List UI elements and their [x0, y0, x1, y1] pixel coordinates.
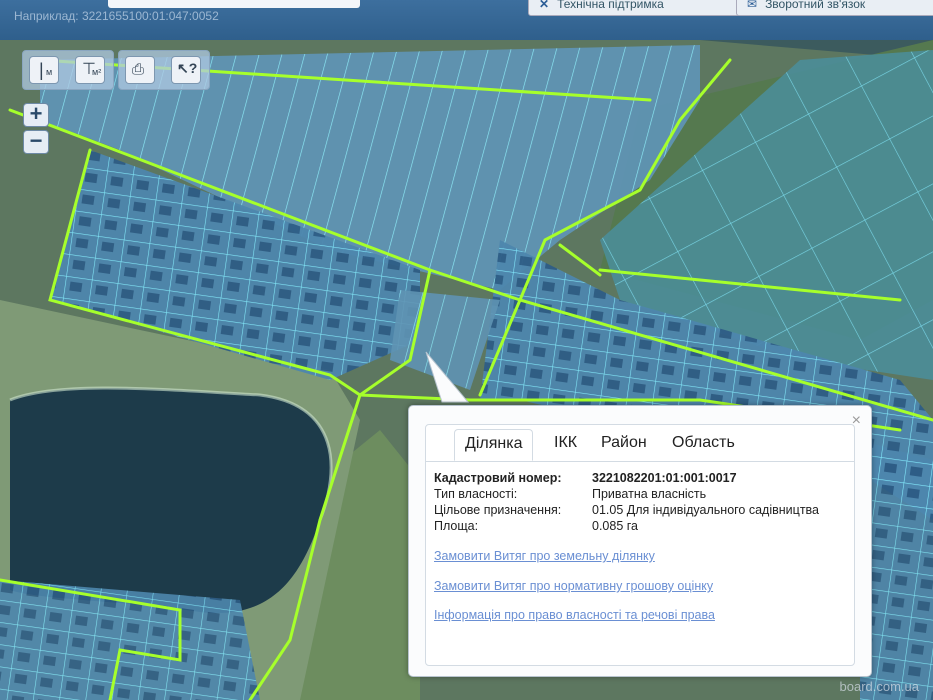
ownership-type-value: Приватна власність [592, 487, 707, 501]
close-icon: ✕ [539, 0, 550, 11]
cadastral-number-label: Кадастровий номер: [434, 471, 562, 485]
header-ghost-button[interactable] [108, 0, 360, 8]
popup-tabs: Ділянка ІКК Район Область [426, 425, 854, 462]
search-example-text: Наприклад: 3221655100:01:047:0052 [14, 9, 219, 23]
support-button-label: Технічна підтримка [557, 0, 664, 11]
popup-content: Ділянка ІКК Район Область Кадастровий но… [425, 424, 855, 666]
mail-icon: ✉ [747, 0, 758, 11]
support-button[interactable]: ✕ Технічна підтримка [528, 0, 740, 16]
watermark: board.com.ua [839, 679, 920, 694]
tab-region[interactable]: Область [672, 434, 735, 452]
printer-icon: ⎙ [132, 61, 145, 78]
area-label: Площа: [434, 519, 479, 533]
order-parcel-extract-link[interactable]: Замовити Витяг про земельну ділянку [434, 549, 655, 563]
header-bar: Наприклад: 3221655100:01:047:0052 ✕ Техні… [0, 0, 933, 40]
ownership-rights-info-link[interactable]: Інформація про право власності та речові… [434, 608, 715, 622]
feedback-button[interactable]: ✉ Зворотний зв'язок [736, 0, 933, 16]
ruler-icon: | [39, 60, 44, 80]
tab-ikk[interactable]: ІКК [554, 434, 577, 452]
tab-district[interactable]: Район [601, 434, 647, 452]
popup-pointer [425, 351, 470, 403]
purpose-value: 01.05 Для індивідуального садівництва [592, 503, 819, 517]
zoom-out-button[interactable]: − [23, 130, 49, 154]
zoom-in-button[interactable]: + [23, 103, 49, 127]
cadastral-number-value: 3221082201:01:001:0017 [592, 471, 737, 485]
cursor-question-icon: ↖? [177, 60, 198, 76]
measure-area-unit: м² [92, 67, 102, 77]
identify-button[interactable]: ↖? [171, 56, 201, 84]
measure-area-button[interactable]: ⊤ м² [75, 56, 105, 84]
ownership-type-label: Тип власності: [434, 487, 518, 501]
purpose-label: Цільове призначення: [434, 503, 562, 517]
measure-length-button[interactable]: | м [29, 56, 59, 84]
parcel-info-popup: × Ділянка ІКК Район Область Кадастровий … [408, 405, 872, 677]
print-button[interactable]: ⎙ [125, 56, 155, 84]
feedback-button-label: Зворотний зв'язок [765, 0, 866, 11]
tab-parcel[interactable]: Ділянка [454, 429, 534, 461]
measure-length-unit: м [46, 67, 53, 77]
area-value: 0.085 га [592, 519, 638, 533]
utility-tool-group: ⎙ ↖? [118, 50, 210, 90]
order-valuation-extract-link[interactable]: Замовити Витяг про нормативну грошову оц… [434, 579, 713, 593]
measure-tool-group: | м ⊤ м² [22, 50, 114, 90]
